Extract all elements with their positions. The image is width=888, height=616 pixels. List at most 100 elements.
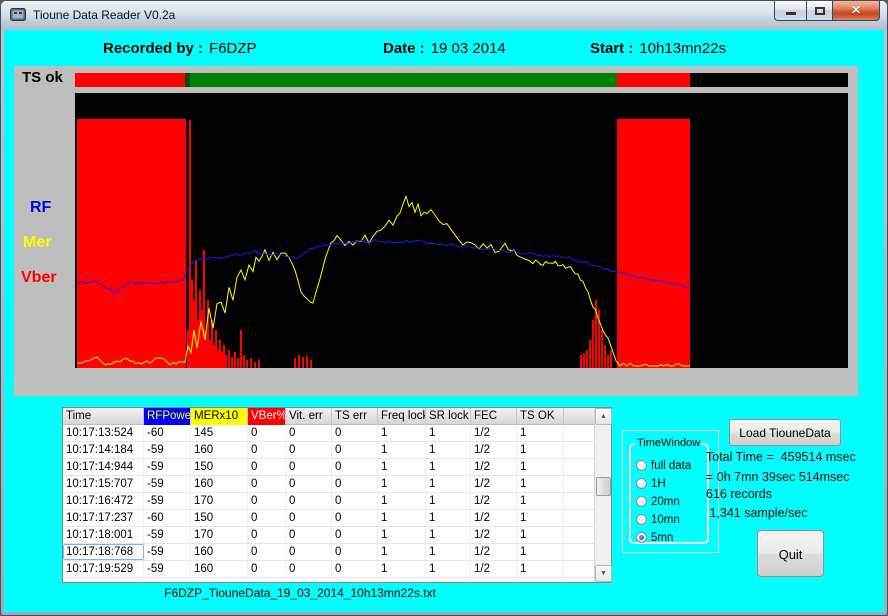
table-cell: -59 xyxy=(144,476,191,492)
radio-10mn[interactable]: 10mn xyxy=(636,511,680,525)
rf-trace-label: RF xyxy=(30,199,51,217)
table-row[interactable]: 10:17:13:524-60145000111/21 xyxy=(63,425,594,442)
column-header-time[interactable]: Time xyxy=(63,408,144,425)
table-cell: 1 xyxy=(426,561,471,577)
table-row[interactable]: 10:17:16:472-59170000111/21 xyxy=(63,493,594,510)
table-cell: 1 xyxy=(378,561,426,577)
table-cell: 1 xyxy=(517,527,564,543)
table-row[interactable]: 10:17:18:001-59170000111/21 xyxy=(63,527,594,544)
column-header-vber-[interactable]: VBer% xyxy=(248,408,286,425)
table-cell: 1 xyxy=(378,442,426,458)
minimize-icon xyxy=(786,12,796,15)
chart-panel: TS ok RF Mer Vber xyxy=(14,66,858,396)
table-cell: 10:17:18:001 xyxy=(63,527,144,543)
table-cell: 10:17:16:472 xyxy=(63,493,144,509)
table-cell: 1 xyxy=(426,476,471,492)
table-cell: -59 xyxy=(144,561,191,577)
table-row[interactable]: 10:17:18:768-59160000111/21 xyxy=(63,544,594,561)
table-cell: 1 xyxy=(378,425,426,441)
date: Date :19 03 2014 xyxy=(383,40,506,57)
table-cell: 0 xyxy=(286,459,332,475)
table-cell: 0 xyxy=(332,442,378,458)
table-cell: 0 xyxy=(286,493,332,509)
table-cell: 1/2 xyxy=(471,561,517,577)
table-cell: 1 xyxy=(426,544,471,560)
column-header-ts-ok[interactable]: TS OK xyxy=(517,408,564,425)
ts-bar-segment xyxy=(690,73,848,87)
table-cell: 1 xyxy=(426,527,471,543)
table-cell: 160 xyxy=(191,442,248,458)
info-line: Total Time = 459514 msec xyxy=(706,450,856,464)
radio-button-icon[interactable] xyxy=(636,514,647,525)
table-cell: 0 xyxy=(332,476,378,492)
time-window-groupbox: TimeWindow full data1H20mn10mn5mn xyxy=(629,443,709,544)
table-row[interactable]: 10:17:19:529-59160000111/21 xyxy=(63,561,594,578)
table-cell: 1 xyxy=(426,510,471,526)
table-cell: 0 xyxy=(286,476,332,492)
title-bar[interactable]: Tioune Data Reader V0.2a ✕ xyxy=(1,1,887,30)
table-cell: 160 xyxy=(191,544,248,560)
table-cell: 0 xyxy=(248,476,286,492)
table-cell: -59 xyxy=(144,493,191,509)
radio-1H[interactable]: 1H xyxy=(636,475,666,489)
scroll-up-button[interactable]: ▲ xyxy=(595,408,612,425)
table-cell: 10:17:18:768 xyxy=(63,544,144,560)
table-cell: 1 xyxy=(426,442,471,458)
app-icon xyxy=(10,8,26,22)
table-cell: 0 xyxy=(286,527,332,543)
table-body: 10:17:13:524-60145000111/2110:17:14:184-… xyxy=(63,425,594,582)
load-tiounedata-button[interactable]: Load TiouneData xyxy=(729,419,841,446)
table-cell: 1/2 xyxy=(471,476,517,492)
table-cell: 0 xyxy=(286,425,332,441)
scrollbar-thumb[interactable] xyxy=(596,477,611,496)
quit-button[interactable]: Quit xyxy=(757,530,824,577)
table-cell: -59 xyxy=(144,527,191,543)
minimize-button[interactable] xyxy=(774,1,806,21)
table-header-row: TimeRFPowerMERx10VBer%Vit. errTS errFreq… xyxy=(63,408,594,425)
time-window-panel: TimeWindow full data 1H 20mn 10mn 5mn xyxy=(622,430,719,553)
table-cell: 160 xyxy=(191,561,248,577)
column-header-vit-err[interactable]: Vit. err xyxy=(286,408,332,425)
app-window: Tioune Data Reader V0.2a ✕ Recorded by :… xyxy=(0,0,888,616)
data-table: TimeRFPowerMERx10VBer%Vit. errTS errFreq… xyxy=(62,407,612,583)
table-row[interactable]: 10:17:15:707-59160000111/21 xyxy=(63,476,594,493)
table-scrollbar[interactable]: ▲ ▼ xyxy=(594,408,611,582)
column-header-merx10[interactable]: MERx10 xyxy=(191,408,248,425)
column-header-freq-lock[interactable]: Freq lock xyxy=(378,408,426,425)
scroll-down-button[interactable]: ▼ xyxy=(595,565,612,582)
table-cell: 10:17:15:707 xyxy=(63,476,144,492)
table-cell: 0 xyxy=(286,510,332,526)
table-cell: -59 xyxy=(144,459,191,475)
maximize-button[interactable] xyxy=(806,1,832,21)
time-window-label: TimeWindow xyxy=(635,437,702,449)
radio-button-icon[interactable] xyxy=(636,496,647,507)
close-icon: ✕ xyxy=(833,3,879,17)
table-cell: 1 xyxy=(517,425,564,441)
close-button[interactable]: ✕ xyxy=(832,1,880,21)
table-cell: 145 xyxy=(191,425,248,441)
column-header-ts-err[interactable]: TS err xyxy=(332,408,378,425)
column-header-rfpower[interactable]: RFPower xyxy=(144,408,191,425)
signal-chart xyxy=(75,93,848,368)
table-cell: 10:17:19:529 xyxy=(63,561,144,577)
radio-button-icon[interactable] xyxy=(636,478,647,489)
table-cell: 0 xyxy=(332,510,378,526)
table-cell: 0 xyxy=(248,425,286,441)
date-label: Date : xyxy=(383,40,425,57)
table-cell: 1/2 xyxy=(471,459,517,475)
radio-20mn[interactable]: 20mn xyxy=(636,493,680,507)
column-header-sr-lock[interactable]: SR lock xyxy=(426,408,471,425)
column-header-fec[interactable]: FEC xyxy=(471,408,517,425)
table-row[interactable]: 10:17:14:184-59160000111/21 xyxy=(63,442,594,459)
radio-button-icon[interactable] xyxy=(636,460,647,471)
table-cell: 10:17:17:237 xyxy=(63,510,144,526)
table-cell: 170 xyxy=(191,493,248,509)
table-row[interactable]: 10:17:17:237-60150000111/21 xyxy=(63,510,594,527)
table-cell: 1 xyxy=(517,561,564,577)
table-cell: -59 xyxy=(144,442,191,458)
radio-button-icon[interactable] xyxy=(636,532,647,543)
radio-full-data[interactable]: full data xyxy=(636,457,691,471)
table-cell: 1 xyxy=(378,476,426,492)
table-row[interactable]: 10:17:14:944-59150000111/21 xyxy=(63,459,594,476)
radio-5mn[interactable]: 5mn xyxy=(636,529,673,543)
